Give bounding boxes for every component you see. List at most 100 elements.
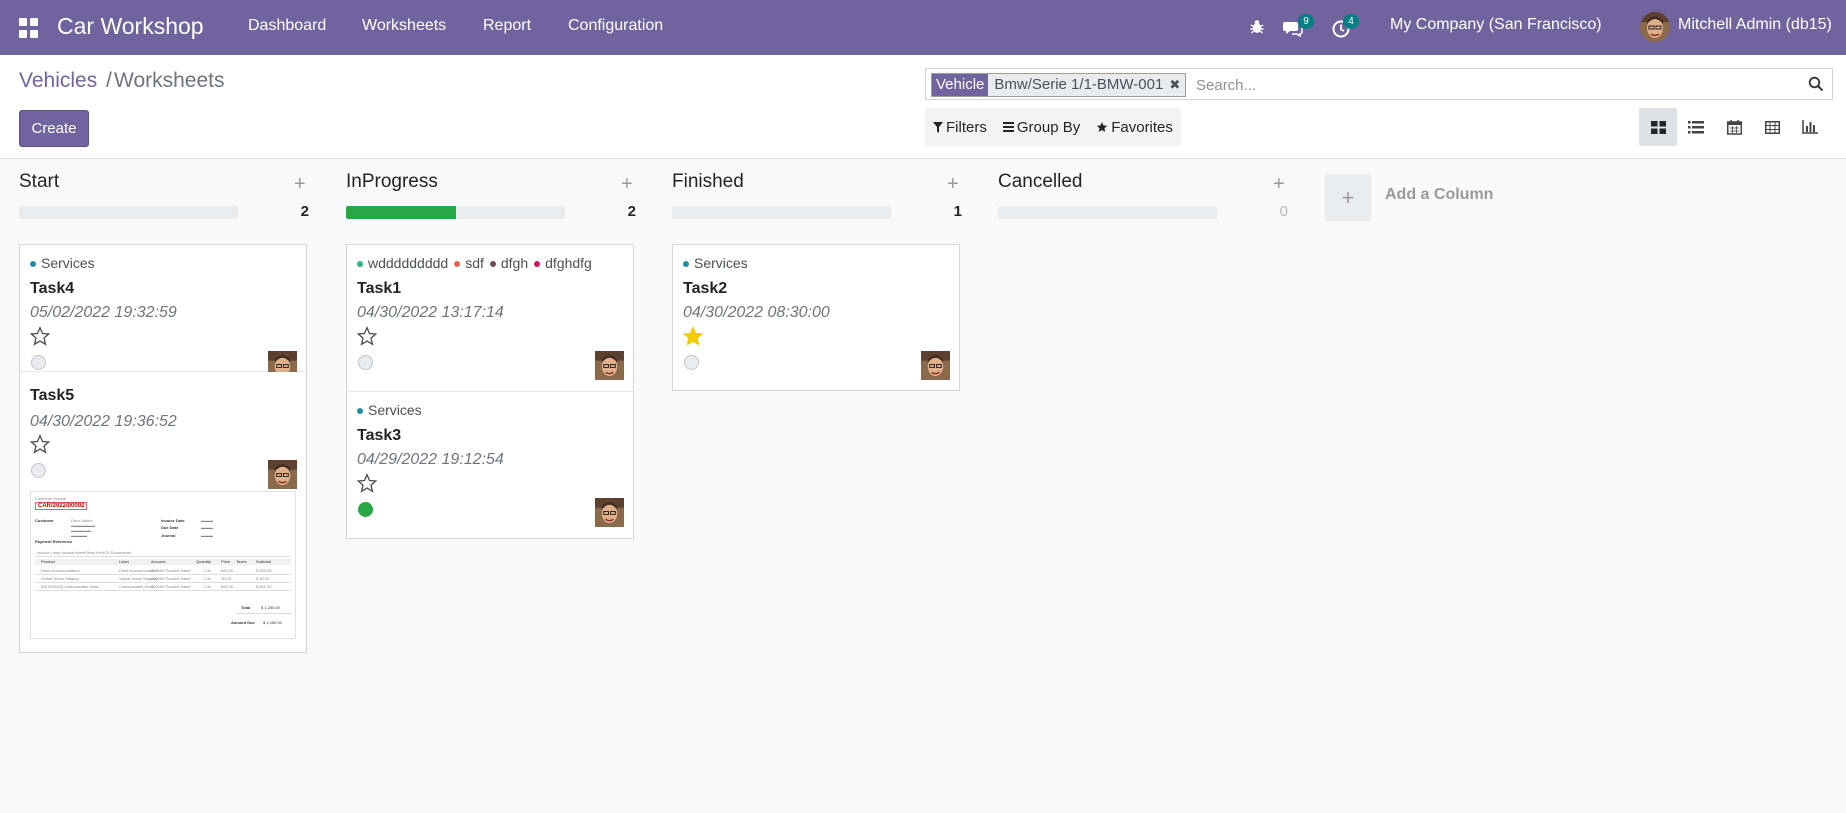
user-menu[interactable]: Mitchell Admin (db15)	[1678, 16, 1832, 34]
column-progress-bar	[998, 206, 1217, 219]
kanban-card[interactable]: Services Task4 05/02/2022 19:32:59	[20, 245, 306, 380]
invoice-divider	[236, 613, 292, 614]
tag-dot	[534, 261, 541, 268]
tag-label: Services	[694, 255, 748, 271]
card-date: 05/02/2022 19:32:59	[30, 304, 177, 321]
card-date: 04/30/2022 13:17:14	[357, 304, 504, 321]
quick-create-icon[interactable]: +	[621, 173, 633, 196]
card-tags: Services	[683, 255, 754, 271]
table-icon	[1764, 120, 1780, 134]
quick-create-icon[interactable]: +	[294, 173, 306, 196]
invoice-cell: Desk Accommodation	[41, 568, 80, 573]
invoice-amount-due-label: Amount Due	[231, 620, 255, 625]
tag-label: dfghdfg	[545, 255, 592, 271]
kanban-state-icon[interactable]	[358, 502, 373, 517]
card-date: 04/30/2022 19:36:52	[30, 413, 177, 430]
tag-label: Services	[41, 255, 95, 271]
column-title[interactable]: Cancelled	[998, 171, 1083, 193]
invoice-cell: 1.00	[203, 568, 211, 573]
priority-star-icon[interactable]	[30, 434, 50, 454]
search-input[interactable]	[1196, 73, 1796, 97]
priority-star-icon[interactable]	[30, 326, 50, 346]
kanban-state-icon[interactable]	[684, 355, 699, 370]
menu-configuration[interactable]: Configuration	[568, 17, 663, 35]
quick-create-icon[interactable]: +	[1273, 173, 1285, 196]
kanban-state-icon[interactable]	[31, 463, 46, 478]
priority-star-icon[interactable]	[357, 326, 377, 346]
groupby-button[interactable]: Group By	[995, 108, 1088, 146]
column-progress-bar	[346, 206, 565, 219]
user-avatar[interactable]	[1640, 12, 1670, 42]
card-title: Task2	[683, 280, 728, 297]
facet-value: Bmw/Serie 1/1-BMW-001	[988, 74, 1170, 96]
kanban-column-finished: Finished + 1 Services Task2 04/30/2022 0…	[672, 159, 962, 409]
kanban-state-icon[interactable]	[31, 355, 46, 370]
invoice-journal-label: Journal	[161, 533, 176, 538]
invoice-amount-due: $ 1,250.00	[263, 620, 282, 625]
kanban-card[interactable]: Services Task2 04/30/2022 08:30:00	[673, 245, 959, 390]
column-count: 2	[627, 203, 636, 220]
pivot-view-button[interactable]	[1753, 108, 1791, 146]
kanban-icon	[1650, 120, 1666, 134]
card-tags: Services	[357, 402, 428, 418]
quick-create-icon[interactable]: +	[947, 173, 959, 196]
search-box: Vehicle Bmw/Serie 1/1-BMW-001 ✖	[925, 68, 1833, 100]
invoice-divider	[35, 582, 291, 583]
invoice-th: Price	[221, 559, 231, 564]
search-icon[interactable]	[1808, 76, 1824, 92]
invoice-header: Customer Invoice	[35, 496, 67, 501]
invoice-tab: EDI Documents	[103, 550, 132, 555]
favorites-button[interactable]: Favorites	[1088, 108, 1181, 146]
kanban-card[interactable]: wddddddddd sdf dfgh dfghdfg Task1 04/30/202…	[347, 245, 633, 392]
column-title[interactable]: InProgress	[346, 171, 438, 193]
apps-grid-icon[interactable]	[19, 18, 39, 38]
create-button[interactable]: Create	[19, 110, 89, 147]
kanban-view-button[interactable]	[1639, 108, 1677, 146]
kanban-card[interactable]: Services Task3 04/29/2022 19:12:54	[347, 392, 633, 538]
invoice-th: Account	[151, 559, 166, 564]
filters-button[interactable]: Filters	[925, 108, 995, 146]
invoice-cell: [DESK0004] Customizable Desk	[41, 584, 99, 589]
invoice-cell: 1.00	[203, 584, 211, 589]
card-title: Task4	[30, 280, 75, 297]
tag-dot	[357, 261, 363, 268]
menu-report[interactable]: Report	[483, 17, 531, 35]
app-title[interactable]: Car Workshop	[57, 13, 204, 40]
tag-dot	[683, 261, 689, 268]
menu-dashboard[interactable]: Dashboard	[248, 17, 326, 35]
list-view-button[interactable]	[1677, 108, 1715, 146]
breadcrumb-vehicles[interactable]: Vehicles	[19, 69, 97, 93]
calendar-view-button[interactable]	[1715, 108, 1753, 146]
invoice-total: $ 1,250.00	[261, 605, 280, 610]
card-tags: Services	[30, 255, 101, 271]
priority-star-icon[interactable]	[357, 473, 377, 493]
invoice-address-line: ▬▬▬▬	[71, 533, 87, 538]
invoice-th: Quantity	[196, 559, 211, 564]
facet-remove-icon[interactable]: ✖	[1169, 74, 1186, 96]
tag: sdf	[454, 255, 484, 271]
kanban-card[interactable]: Task5 04/30/2022 19:36:52 Customer Invoi…	[20, 372, 306, 652]
invoice-cell: 800.40	[221, 584, 234, 589]
add-column-button[interactable]: +	[1325, 174, 1371, 221]
kanban-column-start: Start + 2 Services Task4 05/02/2022 19:3…	[19, 159, 309, 679]
invoice-customer-label: Customer	[35, 518, 54, 523]
invoice-due-date-label: Due Date	[161, 525, 179, 530]
graph-view-button[interactable]	[1791, 108, 1829, 146]
bug-icon[interactable]	[1247, 17, 1267, 37]
menu-worksheets[interactable]: Worksheets	[362, 17, 446, 35]
tag: dfghdfg	[534, 255, 592, 271]
column-title[interactable]: Start	[19, 171, 59, 193]
favorites-label: Favorites	[1111, 118, 1173, 136]
kanban-state-icon[interactable]	[358, 355, 373, 370]
priority-star-icon[interactable]	[683, 326, 703, 346]
add-column-label[interactable]: Add a Column	[1385, 186, 1493, 204]
search-facet: Vehicle Bmw/Serie 1/1-BMW-001 ✖	[931, 73, 1187, 97]
invoice-attachment-preview[interactable]: Customer Invoice CAR/2022/00002 Customer…	[30, 491, 296, 639]
invoice-th: Subtotal	[256, 559, 271, 564]
facet-label: Vehicle	[932, 74, 989, 96]
filter-icon	[933, 121, 943, 133]
column-title[interactable]: Finished	[672, 171, 744, 193]
invoice-payment-ref-label: Payment Reference	[35, 539, 73, 544]
assignee-avatar	[595, 351, 624, 380]
company-switcher[interactable]: My Company (San Francisco)	[1390, 16, 1602, 34]
